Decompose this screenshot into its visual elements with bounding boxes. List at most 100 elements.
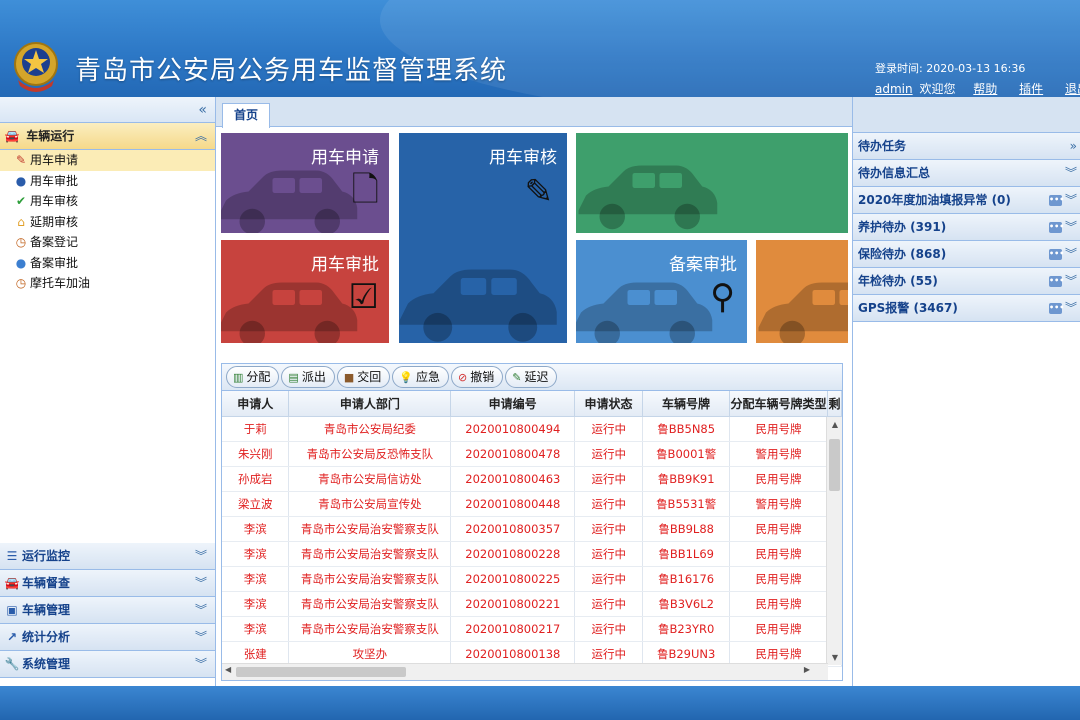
- pending-item-label: 年检待办 (55): [858, 274, 938, 288]
- tile-filing-approve[interactable]: 备案审批 ⚲: [576, 240, 747, 343]
- toolbar-button-3[interactable]: 💡 应急: [392, 366, 449, 388]
- nav-section-0[interactable]: ☰ 运行监控 ︾: [0, 543, 215, 570]
- plugin-link[interactable]: 插件: [1019, 80, 1043, 97]
- pending-item-3[interactable]: 年检待办 (55) ••• ︾: [853, 268, 1080, 295]
- sidebar-item-3[interactable]: ⌂ 延期审核: [0, 212, 215, 233]
- table-row[interactable]: 朱兴刚 青岛市公安局反恐怖支队 2020010800478 运行中 鲁B0001警 警用号…: [222, 441, 842, 467]
- pending-tasks-header[interactable]: 待办任务 »: [853, 133, 1080, 160]
- vertical-scrollbar[interactable]: ▲ ▼: [826, 417, 842, 665]
- scroll-left-icon[interactable]: ◀: [225, 665, 231, 674]
- column-header[interactable]: 车辆号牌: [642, 391, 730, 417]
- chevron-down-icon[interactable]: ︾: [195, 597, 207, 624]
- column-header[interactable]: 申请编号: [450, 391, 576, 417]
- pending-item-label: 养护待办 (391): [858, 220, 947, 234]
- pending-item-4[interactable]: GPS报警 (3467) ••• ︾: [853, 295, 1080, 322]
- sidebar-item-5[interactable]: ● 备案审批: [0, 253, 215, 274]
- nav-section-vehicle-operation[interactable]: 🚘 车辆运行 ︽: [0, 123, 215, 150]
- table-row[interactable]: 李滨 青岛市公安局治安警察支队 2020010800228 运行中 鲁BB1L69 民用号…: [222, 541, 842, 567]
- tile-green[interactable]: [576, 133, 848, 233]
- more-icon[interactable]: •••: [1049, 222, 1064, 233]
- tile-vehicle-approve[interactable]: 用车审批 ☑: [221, 240, 389, 343]
- scrollbar-thumb[interactable]: [829, 439, 840, 491]
- chevron-down-icon[interactable]: ︾: [195, 624, 207, 651]
- tile-vehicle-apply[interactable]: 用车申请 🗋: [221, 133, 389, 233]
- toolbar-button-5[interactable]: ✎ 延迟: [505, 366, 558, 388]
- nav-section-2[interactable]: ▣ 车辆管理 ︾: [0, 597, 215, 624]
- table-cell: 鲁BB1L69: [642, 541, 731, 567]
- tab-strip: 首页: [216, 97, 852, 128]
- chevron-down-icon[interactable]: ︾: [1065, 268, 1077, 295]
- pending-item-label: 保险待办 (868): [858, 247, 947, 261]
- more-icon[interactable]: •••: [1049, 249, 1064, 260]
- sidebar-item-0[interactable]: ✎ 用车申请: [0, 150, 215, 171]
- table-cell: 运行中: [574, 491, 644, 517]
- chevron-down-icon[interactable]: ︾: [1065, 241, 1077, 268]
- column-header[interactable]: 申请人: [222, 391, 290, 417]
- chevron-down-icon[interactable]: ︾: [195, 570, 207, 597]
- chevron-up-icon[interactable]: ︽: [195, 123, 207, 150]
- sidebar-item-1[interactable]: ● 用车审批: [0, 171, 215, 192]
- double-chevron-left-icon[interactable]: «: [198, 102, 207, 118]
- toolbar-button-2[interactable]: ■ 交回: [336, 366, 391, 388]
- nav-section-label: 运行监控: [22, 549, 71, 563]
- more-icon[interactable]: •••: [1049, 195, 1064, 206]
- scroll-down-icon[interactable]: ▼: [827, 653, 842, 662]
- tab-home[interactable]: 首页: [222, 103, 271, 128]
- table-cell: 运行中: [574, 591, 644, 617]
- table-row[interactable]: 孙成岩 青岛市公安局信访处 2020010800463 运行中 鲁BB9K91 民用号牌: [222, 466, 842, 492]
- double-chevron-right-icon[interactable]: »: [1070, 133, 1077, 160]
- pending-item-2[interactable]: 保险待办 (868) ••• ︾: [853, 241, 1080, 268]
- table-row[interactable]: 李滨 青岛市公安局治安警察支队 2020010800357 运行中 鲁BB9L88 民用号…: [222, 516, 842, 542]
- chevron-down-icon[interactable]: ︾: [195, 543, 207, 570]
- table-row[interactable]: 梁立波 青岛市公安局宣传处 2020010800448 运行中 鲁B5531警 警用号牌: [222, 491, 842, 517]
- nav-section-1[interactable]: 🚘 车辆督查 ︾: [0, 570, 215, 597]
- column-header[interactable]: 申请状态: [574, 391, 644, 417]
- logout-link[interactable]: 退出: [1065, 80, 1080, 97]
- column-header[interactable]: 申请人部门: [288, 391, 452, 417]
- pending-item-1[interactable]: 养护待办 (391) ••• ︾: [853, 214, 1080, 241]
- table-row[interactable]: 李滨 青岛市公安局治安警察支队 2020010800217 运行中 鲁B23YR0 民用号…: [222, 616, 842, 642]
- toolbar-button-label: 派出: [301, 370, 326, 384]
- table-cell: 青岛市公安局治安警察支队: [288, 616, 452, 642]
- checklist-icon: ☑: [348, 277, 379, 317]
- help-link[interactable]: 帮助: [973, 80, 997, 97]
- toolbar-button-0[interactable]: ▥ 分配: [226, 366, 280, 388]
- table-row[interactable]: 李滨 青岛市公安局治安警察支队 2020010800225 运行中 鲁B16176 民用号…: [222, 566, 842, 592]
- chevron-down-icon[interactable]: ︾: [1065, 160, 1077, 187]
- column-header[interactable]: 剩: [827, 391, 842, 417]
- table-row[interactable]: 李滨 青岛市公安局治安警察支队 2020010800221 运行中 鲁B3V6L2 民用号…: [222, 591, 842, 617]
- chevron-down-icon[interactable]: ︾: [195, 651, 207, 678]
- chevron-down-icon[interactable]: ︾: [1065, 187, 1077, 214]
- pending-summary-header[interactable]: 待办信息汇总 ︾: [853, 160, 1080, 187]
- tile-orange[interactable]: [756, 240, 848, 343]
- toolbar-button-4[interactable]: ⊘ 撤销: [450, 366, 504, 388]
- table-row[interactable]: 于莉 青岛市公安局纪委 2020010800494 运行中 鲁BB5N85 民用号牌: [222, 416, 842, 442]
- table-cell: 李滨: [222, 541, 290, 567]
- pending-item-0[interactable]: 2020年度加油填报异常 (0) ••• ︾: [853, 187, 1080, 214]
- nav-section-3[interactable]: ↗ 统计分析 ︾: [0, 624, 215, 651]
- column-header[interactable]: 分配车辆号牌类型: [729, 391, 828, 417]
- table-cell: 鲁BB5N85: [642, 416, 731, 442]
- table-cell: 运行中: [574, 566, 644, 592]
- scroll-right-icon[interactable]: ▶: [804, 665, 810, 674]
- horizontal-scrollbar[interactable]: ◀ ▶: [222, 663, 828, 680]
- nav-section-4[interactable]: 🔧 系统管理 ︾: [0, 651, 215, 678]
- tile-vehicle-review[interactable]: 用车审核 ✎: [399, 133, 567, 343]
- more-icon[interactable]: •••: [1049, 303, 1064, 314]
- scrollbar-thumb[interactable]: [236, 667, 406, 677]
- sidebar-item-4[interactable]: ◷ 备案登记: [0, 232, 215, 253]
- sidebar-collapse-button[interactable]: «: [0, 97, 215, 123]
- chevron-down-icon[interactable]: ︾: [1065, 214, 1077, 241]
- sidebar-item-6[interactable]: ◷ 摩托车加油: [0, 273, 215, 294]
- chevron-down-icon[interactable]: ︾: [1065, 295, 1077, 322]
- table-cell: 民用号牌: [729, 616, 828, 642]
- scroll-up-icon[interactable]: ▲: [827, 420, 842, 429]
- table-cell: 青岛市公安局治安警察支队: [288, 566, 452, 592]
- footer-bar: [0, 686, 1080, 720]
- more-icon[interactable]: •••: [1049, 276, 1064, 287]
- table-cell: 青岛市公安局治安警察支队: [288, 541, 452, 567]
- user-link[interactable]: admin: [875, 82, 913, 96]
- sidebar-item-2[interactable]: ✔ 用车审核: [0, 191, 215, 212]
- home-icon: ⌂: [17, 214, 25, 229]
- toolbar-button-1[interactable]: ▤ 派出: [281, 366, 335, 388]
